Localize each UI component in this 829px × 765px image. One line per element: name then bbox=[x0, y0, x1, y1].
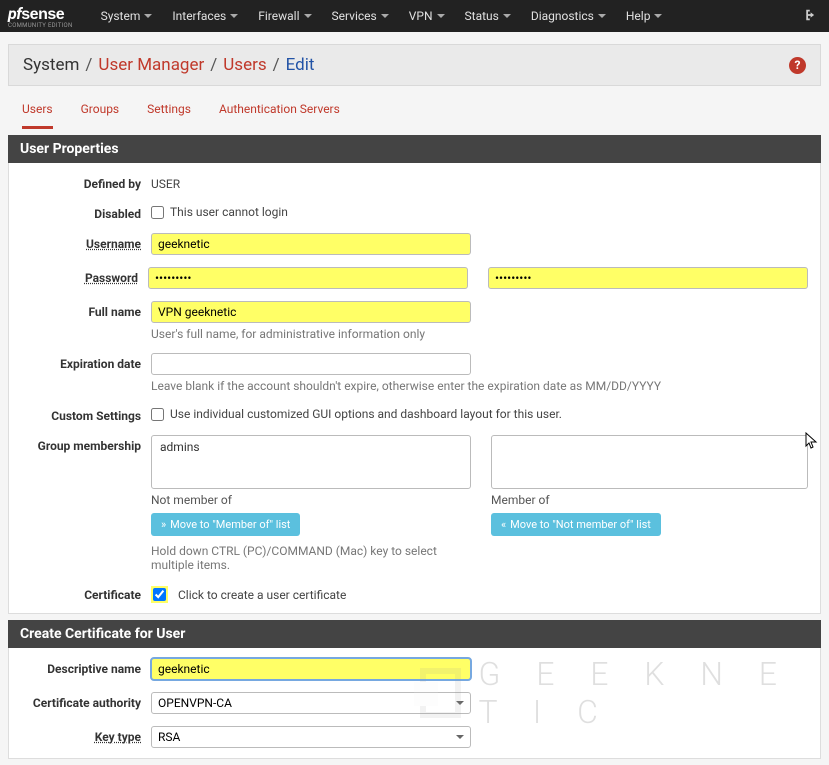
crumb-users[interactable]: Users bbox=[223, 55, 266, 75]
label-custom: Custom Settings bbox=[21, 405, 151, 423]
help-icon[interactable]: ? bbox=[789, 57, 806, 74]
label-certificate: Certificate bbox=[21, 584, 151, 602]
checkbox-disabled-label: This user cannot login bbox=[170, 205, 288, 219]
input-expiration[interactable] bbox=[151, 353, 471, 375]
checkbox-custom-label: Use individual customized GUI options an… bbox=[170, 407, 562, 421]
checkbox-certificate[interactable] bbox=[153, 588, 166, 601]
chevron-left-icon: « bbox=[501, 518, 506, 531]
hint-expiration: Leave blank if the account shouldn't exp… bbox=[151, 379, 808, 393]
logout-icon[interactable] bbox=[795, 8, 821, 25]
btn-move-left[interactable]: « Move to "Not member of" list bbox=[491, 513, 661, 536]
tab-settings[interactable]: Settings bbox=[147, 102, 191, 129]
nav-vpn[interactable]: VPN bbox=[399, 9, 455, 23]
input-username[interactable] bbox=[151, 233, 471, 255]
label-definedby: Defined by bbox=[21, 173, 151, 191]
crumb-usermanager[interactable]: User Manager bbox=[98, 55, 204, 75]
input-fullname[interactable] bbox=[151, 301, 471, 323]
checkbox-disabled[interactable] bbox=[151, 206, 164, 219]
breadcrumb: System / User Manager / Users / Edit ? bbox=[8, 44, 821, 86]
nav-diagnostics[interactable]: Diagnostics bbox=[521, 9, 616, 23]
label-group: Group membership bbox=[21, 435, 151, 453]
value-definedby: USER bbox=[151, 173, 808, 191]
label-fullname: Full name bbox=[21, 301, 151, 319]
tab-users[interactable]: Users bbox=[22, 102, 53, 129]
crumb-system: System bbox=[23, 55, 79, 75]
checkbox-custom[interactable] bbox=[151, 408, 164, 421]
nav-system[interactable]: System bbox=[91, 9, 163, 23]
btn-move-right[interactable]: » Move to "Member of" list bbox=[151, 513, 300, 536]
nav-help[interactable]: Help bbox=[616, 9, 673, 23]
listbox-member[interactable] bbox=[491, 435, 808, 489]
watermark: G E E K N E T I C bbox=[420, 655, 829, 731]
label-descname: Descriptive name bbox=[21, 658, 151, 676]
label-password: Password bbox=[21, 267, 148, 285]
nav-interfaces[interactable]: Interfaces bbox=[162, 9, 248, 23]
label-expiration: Expiration date bbox=[21, 353, 151, 371]
label-username: Username bbox=[21, 233, 151, 251]
listbox-notmember[interactable]: admins bbox=[151, 435, 471, 489]
input-password-confirm[interactable] bbox=[488, 267, 808, 289]
tab-authservers[interactable]: Authentication Servers bbox=[219, 102, 340, 129]
logo: pfsense COMMUNITY EDITION bbox=[8, 4, 73, 29]
nav-status[interactable]: Status bbox=[455, 9, 521, 23]
tabs: Users Groups Settings Authentication Ser… bbox=[22, 102, 807, 129]
tab-groups[interactable]: Groups bbox=[81, 102, 120, 129]
label-disabled: Disabled bbox=[21, 203, 151, 221]
nav-firewall[interactable]: Firewall bbox=[248, 9, 321, 23]
panel-user-properties-header: User Properties bbox=[8, 135, 821, 163]
panel-create-cert-header: Create Certificate for User bbox=[8, 620, 821, 648]
checkbox-certificate-label: Click to create a user certificate bbox=[178, 588, 346, 602]
top-navbar: pfsense COMMUNITY EDITION System Interfa… bbox=[0, 0, 829, 32]
chevron-right-icon: » bbox=[161, 518, 166, 531]
label-ca: Certificate authority bbox=[21, 692, 151, 710]
input-password[interactable] bbox=[148, 267, 468, 289]
crumb-edit: Edit bbox=[286, 55, 315, 75]
label-notmember: Not member of bbox=[151, 493, 471, 507]
label-keytype: Key type bbox=[21, 726, 151, 744]
hint-fullname: User's full name, for administrative inf… bbox=[151, 327, 808, 341]
nav-services[interactable]: Services bbox=[322, 9, 399, 23]
hint-group: Hold down CTRL (PC)/COMMAND (Mac) key to… bbox=[151, 544, 471, 572]
label-member: Member of bbox=[491, 493, 808, 507]
